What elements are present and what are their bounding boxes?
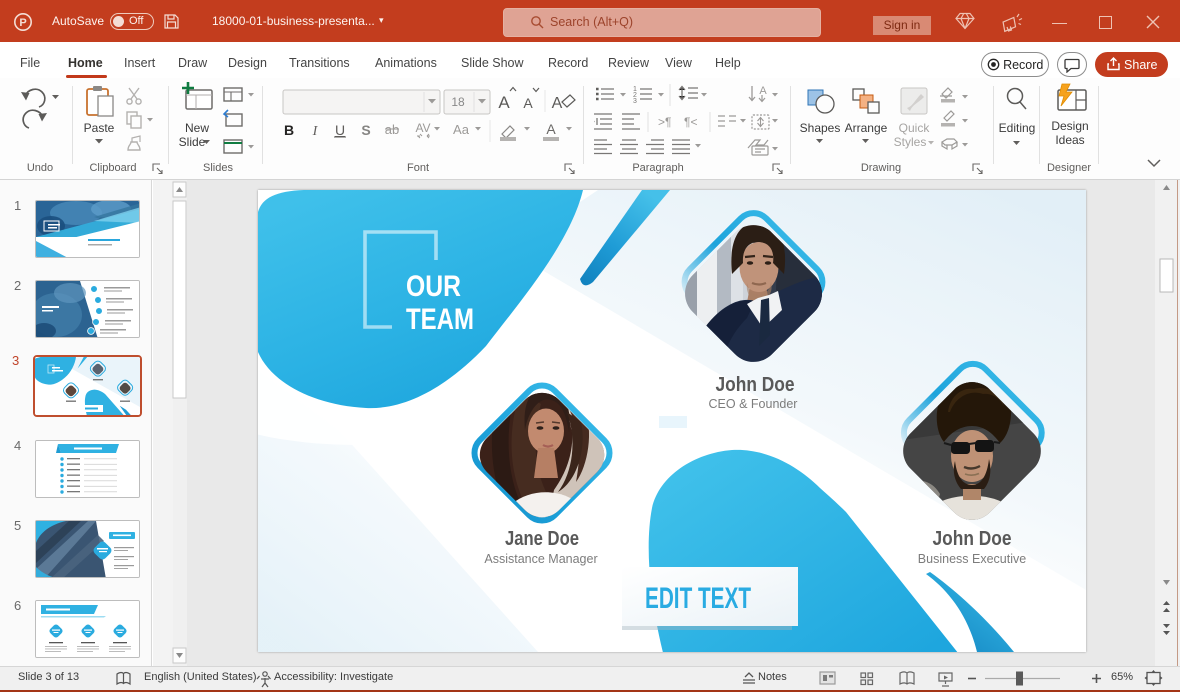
svg-text:EDIT TEXT: EDIT TEXT [645, 582, 751, 615]
svg-text:A: A [546, 121, 556, 137]
svg-text:TEAM: TEAM [406, 303, 474, 336]
svg-text:Arrange: Arrange [845, 121, 888, 135]
svg-text:Aa: Aa [453, 122, 470, 137]
svg-text:B: B [284, 122, 294, 138]
svg-text:>¶: >¶ [658, 115, 671, 129]
svg-text:I: I [312, 124, 319, 139]
svg-text:P: P [19, 17, 26, 29]
svg-text:18: 18 [451, 95, 465, 109]
svg-text:Quick: Quick [899, 121, 931, 135]
svg-text:¶<: ¶< [684, 115, 697, 129]
svg-text:A: A [552, 95, 563, 112]
svg-text:Jane Doe: Jane Doe [505, 528, 579, 550]
svg-text:Styles: Styles [894, 135, 927, 149]
svg-text:Shapes: Shapes [800, 121, 841, 135]
svg-text:3: 3 [633, 98, 637, 105]
svg-text:John Doe: John Doe [933, 528, 1012, 550]
svg-text:Design: Design [1051, 119, 1088, 133]
svg-text:S: S [361, 122, 370, 138]
svg-text:New: New [185, 121, 209, 135]
svg-text:A: A [523, 95, 533, 111]
svg-text:John Doe: John Doe [716, 374, 795, 396]
svg-text:AV: AV [415, 121, 430, 135]
svg-text:Assistance Manager: Assistance Manager [484, 552, 597, 566]
svg-text:A: A [759, 85, 767, 97]
svg-text:CEO & Founder: CEO & Founder [709, 397, 798, 411]
svg-text:Editing: Editing [999, 121, 1036, 135]
svg-text:OUR: OUR [406, 270, 461, 303]
svg-text:Ideas: Ideas [1055, 133, 1084, 147]
svg-text:Business Executive: Business Executive [918, 552, 1026, 566]
svg-text:Slide: Slide [179, 135, 206, 149]
svg-text:Paste: Paste [84, 121, 115, 135]
svg-text:U: U [335, 122, 345, 138]
svg-text:A: A [498, 93, 510, 112]
